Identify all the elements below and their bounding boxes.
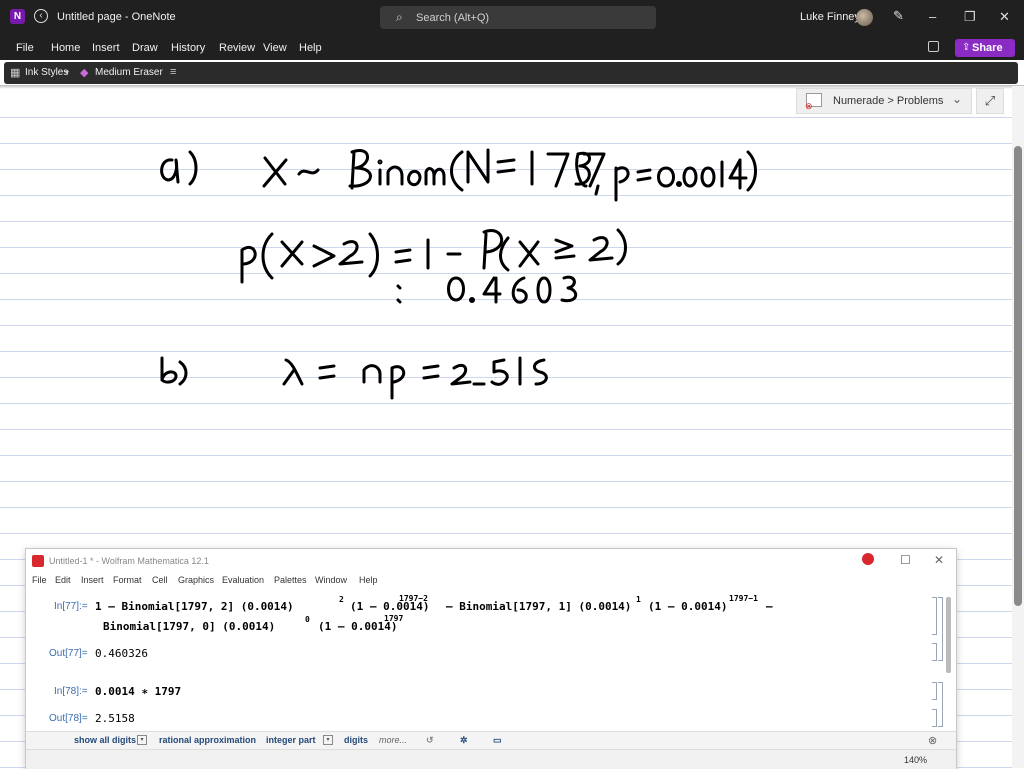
cell-bracket[interactable]: [932, 597, 937, 635]
in78-code[interactable]: 0.0014 ∗ 1797: [95, 685, 181, 698]
mm-menu-window[interactable]: Window: [315, 575, 347, 585]
in78-label: In[78]:=: [54, 686, 88, 697]
mm-menu-edit[interactable]: Edit: [55, 575, 71, 585]
mathematica-window[interactable]: Untitled-1 * - Wolfram Mathematica 12.1 …: [26, 549, 956, 769]
gear-icon[interactable]: ✲: [460, 735, 468, 746]
scroll-thumb[interactable]: [1014, 146, 1022, 606]
in77-sup-4: 1797−1: [729, 594, 758, 603]
zoom-level[interactable]: 140%: [904, 755, 927, 765]
integer-part-button[interactable]: integer part: [266, 735, 316, 745]
mm-menu-file[interactable]: File: [32, 575, 47, 585]
digits-button[interactable]: digits: [344, 735, 368, 745]
in77-part-c[interactable]: – Binomial[1797, 1] (0.0014): [446, 600, 631, 613]
group-bracket[interactable]: [938, 597, 943, 661]
in77-sup-2: 1797−2: [399, 594, 428, 603]
cell-bracket[interactable]: [932, 709, 937, 727]
status-bar: 140%: [26, 749, 956, 769]
mm-close-icon[interactable]: ✕: [934, 553, 944, 567]
in77-sup-3: 1: [636, 595, 641, 604]
notebook-body[interactable]: In[77]:= 1 – Binomial[1797, 2] (0.0014) …: [26, 589, 956, 739]
show-all-digits-button[interactable]: show all digits: [74, 735, 136, 745]
in77-line2-a[interactable]: Binomial[1797, 0] (0.0014): [103, 620, 275, 633]
notebook-scrollbar[interactable]: [946, 597, 951, 673]
mm-menu-insert[interactable]: Insert: [81, 575, 104, 585]
out77-label: Out[77]=: [49, 648, 88, 659]
mm-menu-evaluation[interactable]: Evaluation: [222, 575, 264, 585]
chevron-down-icon[interactable]: ▾: [137, 735, 147, 745]
mm-restore-icon[interactable]: ☐: [900, 553, 911, 567]
out77-value[interactable]: 0.460326: [95, 647, 148, 660]
mm-menu-graphics[interactable]: Graphics: [178, 575, 214, 585]
in77-part-d[interactable]: (1 – 0.0014): [648, 600, 727, 613]
notification-icon[interactable]: [862, 553, 874, 565]
ink-part-a-label: [160, 150, 198, 186]
ink-line-2: [240, 228, 627, 284]
suggestions-bar: show all digits ▾ rational approximation…: [26, 731, 956, 750]
chevron-down-icon[interactable]: ▾: [323, 735, 333, 745]
mm-menu-format[interactable]: Format: [113, 575, 142, 585]
group-bracket[interactable]: [938, 682, 943, 727]
cell-bracket[interactable]: [932, 682, 937, 700]
mathematica-title: Untitled-1 * - Wolfram Mathematica 12.1: [49, 556, 209, 566]
ink-line-3: [396, 275, 578, 304]
ink-part-b-label: [160, 356, 188, 386]
handwritten-notes: [160, 148, 757, 400]
mathematica-logo-icon: [32, 555, 44, 567]
ink-line-1: [262, 148, 757, 202]
more-button[interactable]: more...: [379, 735, 407, 745]
in77-label: In[77]:=: [54, 601, 88, 612]
in77-sup-6: 1797: [384, 614, 404, 623]
page-scrollbar[interactable]: [1012, 86, 1024, 768]
rational-approximation-button[interactable]: rational approximation: [159, 735, 256, 745]
in77-sup-1: 2: [339, 595, 344, 604]
mm-menu-help[interactable]: Help: [359, 575, 378, 585]
out78-value[interactable]: 2.5158: [95, 712, 135, 725]
close-suggestions-icon[interactable]: ⊗: [928, 734, 937, 747]
ink-line-4: [282, 356, 548, 400]
mm-menu-cell[interactable]: Cell: [152, 575, 168, 585]
cell-bracket[interactable]: [932, 643, 937, 661]
mm-menu-palettes[interactable]: Palettes: [274, 575, 307, 585]
undo-icon[interactable]: ↺: [426, 735, 434, 746]
out78-label: Out[78]=: [49, 713, 88, 724]
in77-sup-5: 0: [305, 615, 310, 624]
mathematica-menu-bar: File Edit Insert Format Cell Graphics Ev…: [26, 573, 956, 589]
in77-part-a[interactable]: 1 – Binomial[1797, 2] (0.0014): [95, 600, 294, 613]
in77-part-e[interactable]: –: [766, 600, 773, 613]
chat-icon[interactable]: ▭: [493, 735, 502, 746]
mathematica-title-bar: Untitled-1 * - Wolfram Mathematica 12.1 …: [26, 549, 956, 573]
